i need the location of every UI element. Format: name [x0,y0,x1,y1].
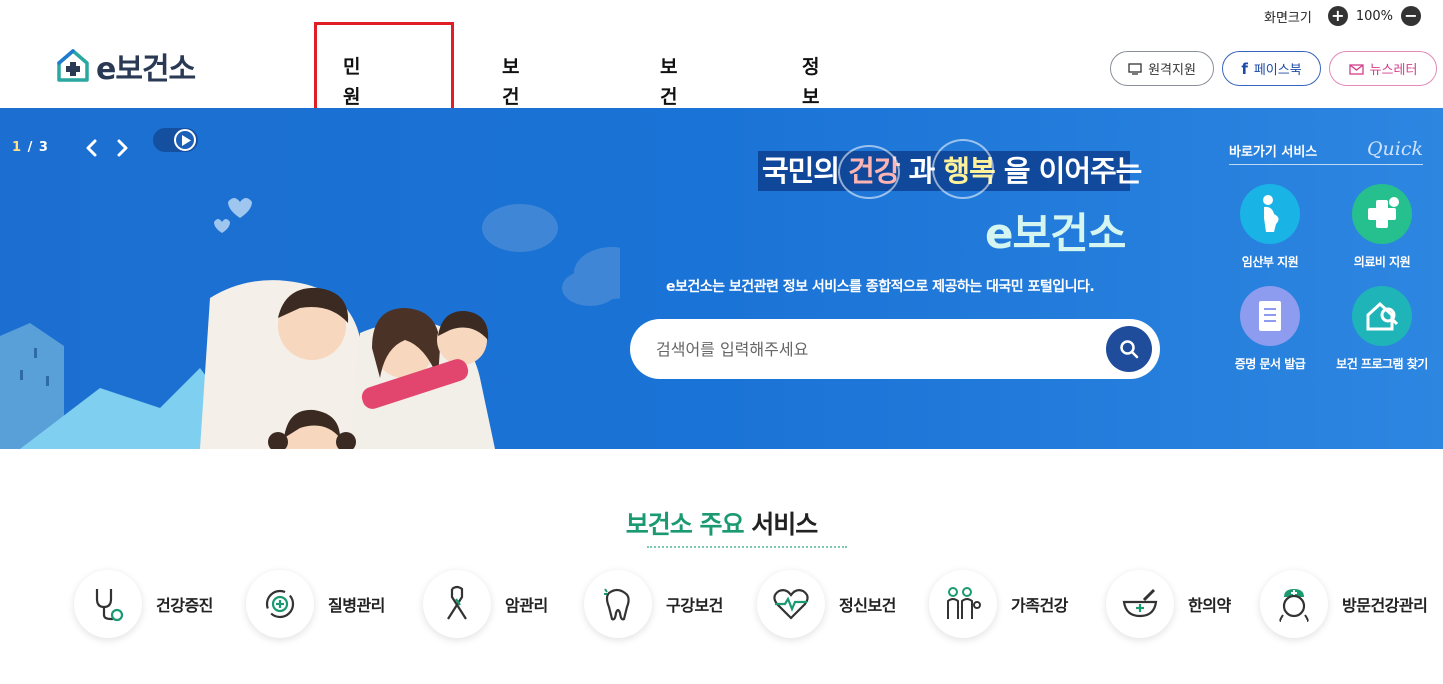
services-title: 보건소 주요 서비스 [0,505,1443,541]
service-disease-management[interactable]: 질병관리 [246,570,385,638]
search-box [630,319,1160,379]
mortar-pestle-icon [1106,570,1174,638]
quick-panel-header: 바로가기 서비스 Quick [1229,138,1423,165]
service-family-health[interactable]: 가족건강 [929,570,1068,638]
medical-cycle-icon [246,570,314,638]
main-banner: 1 / 3 국민의 건강 과 행복 을 이어주는 e보건소 e보건소는 보건관련… [0,108,1443,449]
nav-item-info-notice[interactable]: 정보·알림 [802,52,819,198]
quick-service-panel: 바로가기 서비스 Quick 임산부 지원 의료비 지원 증명 문서 발급 보건… [1229,138,1428,371]
family-illustration [0,198,620,449]
quick-item-pregnancy-support[interactable]: 임산부 지원 [1215,184,1325,270]
service-health-promotion[interactable]: 건강증진 [74,570,213,638]
quick-item-medical-expense[interactable]: 의료비 지원 [1327,184,1437,270]
ribbon-icon [423,570,491,638]
quick-item-program-search[interactable]: 보건 프로그램 찾기 [1327,286,1437,372]
service-label: 가족건강 [1011,596,1068,615]
hero-description: e보건소는 보건관련 정보 서비스를 종합적으로 제공하는 대국민 포털입니다. [666,279,1095,295]
nav-item-health-service[interactable]: 보건서비스 [502,52,519,198]
remote-support-button[interactable]: 원격지원 [1110,51,1214,86]
service-label: 한의약 [1188,596,1231,615]
quick-item-label: 증명 문서 발급 [1234,357,1306,371]
service-label: 방문건강관리 [1342,596,1428,615]
house-plus-icon [57,49,89,82]
newsletter-button[interactable]: 뉴스레터 [1329,51,1437,86]
search-input[interactable] [656,333,1076,365]
nav-highlight-box [314,22,454,113]
remote-support-label: 원격지원 [1148,63,1196,78]
service-label: 암관리 [505,596,548,615]
family-icon [929,570,997,638]
house-search-icon [1352,286,1412,346]
hero-title-part3: 을 이어주는 [994,154,1142,188]
service-label: 정신보건 [839,596,896,615]
mail-icon [1348,63,1364,75]
service-label: 구강보건 [666,596,723,615]
hero-circle-decoration [838,145,900,199]
hero-circle-decoration [932,139,994,199]
service-label: 건강증진 [156,596,213,615]
quick-item-label: 보건 프로그램 찾기 [1336,357,1428,371]
service-cancer-management[interactable]: 암관리 [423,570,548,638]
services-title-rest: 서비스 [743,510,818,539]
logo-text: e보건소 [96,52,196,87]
search-icon [1120,340,1139,359]
nurse-icon [1260,570,1328,638]
service-home-visit-health[interactable]: 방문건강관리 [1260,570,1428,638]
plus-cross-icon [1352,184,1412,244]
search-button[interactable] [1106,326,1152,372]
document-icon [1240,286,1300,346]
tooth-icon [584,570,652,638]
heart-pulse-icon [757,570,825,638]
newsletter-label: 뉴스레터 [1369,63,1418,78]
quick-item-label: 임산부 지원 [1241,255,1299,269]
header-quick-links: 원격지원 f 페이스북 뉴스레터 [1110,51,1437,86]
pregnant-woman-icon [1240,184,1300,244]
service-oral-health[interactable]: 구강보건 [584,570,723,638]
stethoscope-icon [74,570,142,638]
facebook-label: 페이스북 [1253,63,1302,78]
quick-panel-script: Quick [1366,138,1423,160]
services-title-underline [647,546,847,548]
nav-item-health-news[interactable]: 보건소식 [660,52,677,168]
quick-panel-title: 바로가기 서비스 [1229,145,1318,160]
quick-item-certificate-issue[interactable]: 증명 문서 발급 [1215,286,1325,372]
site-logo[interactable]: e보건소 [56,44,196,88]
services-title-green: 보건소 주요 [625,510,745,539]
monitor-icon [1128,62,1142,75]
site-header: e보건소 민원서비스 보건서비스 보건소식 정보·알림 원격지원 f 페이스북 … [0,0,1443,198]
service-mental-health[interactable]: 정신보건 [757,570,896,638]
quick-item-label: 의료비 지원 [1353,255,1411,269]
hero-brand: e보건소 [985,209,1126,258]
hero-title-part1: 국민의 [762,154,849,188]
service-label: 질병관리 [328,596,385,615]
facebook-icon: f [1241,59,1248,78]
service-korean-medicine[interactable]: 한의약 [1106,570,1231,638]
facebook-button[interactable]: f 페이스북 [1222,51,1321,86]
